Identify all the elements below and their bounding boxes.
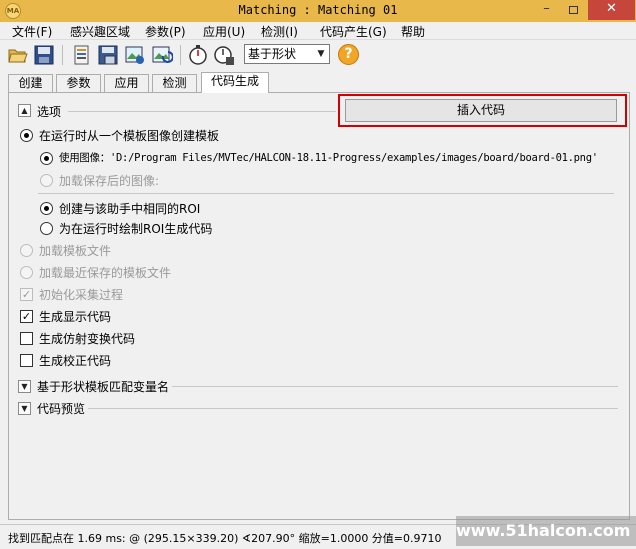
- help-icon[interactable]: ?: [338, 44, 359, 65]
- variable-names-section-title: 基于形状模板匹配变量名: [37, 380, 170, 394]
- load-model-file-radio[interactable]: [20, 244, 33, 257]
- collapse-options-icon[interactable]: ▲: [18, 104, 31, 117]
- section-divider: [68, 111, 336, 112]
- inner-divider: [38, 193, 614, 194]
- load-recent-model-radio[interactable]: [20, 266, 33, 279]
- chevron-down-icon: ▼: [317, 49, 325, 59]
- open-folder-icon[interactable]: [7, 44, 29, 66]
- menu-roi[interactable]: 感兴趣区域: [70, 23, 130, 40]
- code-preview-section-title: 代码预览: [37, 402, 86, 416]
- tab-code-generation[interactable]: 代码生成: [201, 72, 269, 93]
- expand-code-preview-icon[interactable]: ▼: [18, 402, 31, 415]
- create-same-roi-label: 创建与该助手中相同的ROI: [59, 202, 201, 216]
- menu-file[interactable]: 文件(F): [12, 23, 52, 40]
- toolbar-separator: [62, 45, 63, 65]
- close-button[interactable]: ✕: [588, 0, 635, 20]
- gen-affine-code-label: 生成仿射变换代码: [39, 332, 136, 346]
- watermark: www.51halcon.com: [456, 516, 636, 546]
- section-divider: [172, 386, 618, 387]
- init-acquisition-checkbox[interactable]: ✓: [20, 288, 33, 301]
- draw-roi-runtime-radio[interactable]: [40, 222, 53, 235]
- image-settings-icon[interactable]: [124, 44, 146, 66]
- menu-application[interactable]: 应用(U): [203, 23, 245, 40]
- save-icon[interactable]: [33, 44, 55, 66]
- gen-calib-code-label: 生成校正代码: [39, 354, 112, 368]
- stopwatch-icon[interactable]: [187, 44, 209, 66]
- tab-create[interactable]: 创建: [8, 74, 53, 93]
- toolbar: 基于形状 ▼ ?: [0, 41, 636, 69]
- menu-code-generation[interactable]: 代码产生(G): [320, 23, 387, 40]
- load-image-icon[interactable]: [70, 44, 92, 66]
- init-acquisition-label: 初始化采集过程: [39, 288, 124, 302]
- status-text: 找到匹配点在 1.69 ms: @ (295.15×339.20) ∢207.9…: [8, 532, 442, 545]
- gen-display-code-label: 生成显示代码: [39, 310, 112, 324]
- load-recent-model-label: 加载最近保存的模板文件: [39, 266, 172, 280]
- tab-application[interactable]: 应用: [104, 74, 149, 93]
- create-from-image-radio[interactable]: [20, 129, 33, 142]
- menu-help[interactable]: 帮助: [401, 23, 425, 40]
- load-saved-image-radio[interactable]: [40, 174, 53, 187]
- menu-parameters[interactable]: 参数(P): [145, 23, 186, 40]
- gen-affine-code-checkbox[interactable]: [20, 332, 33, 345]
- options-section-title: 选项: [37, 105, 62, 119]
- save-model-icon[interactable]: [97, 44, 119, 66]
- toolbar-separator: [180, 45, 181, 65]
- timer-settings-icon[interactable]: [213, 44, 235, 66]
- expand-variable-names-icon[interactable]: ▼: [18, 380, 31, 393]
- gen-display-code-checkbox[interactable]: ✓: [20, 310, 33, 323]
- menu-inspection[interactable]: 检测(I): [261, 23, 298, 40]
- matching-method-select[interactable]: 基于形状 ▼: [244, 44, 330, 64]
- refresh-image-icon[interactable]: [151, 44, 173, 66]
- title-bar: MA Matching : Matching 01 – ✕: [0, 0, 636, 22]
- tab-inspection[interactable]: 检测: [152, 74, 197, 93]
- use-image-radio[interactable]: [40, 152, 53, 165]
- section-divider: [88, 408, 618, 409]
- use-image-label: 使用图像：'D:/Program Files/MVTec/HALCON-18.1…: [59, 152, 598, 164]
- create-from-image-label: 在运行时从一个模板图像创建模板: [39, 129, 220, 143]
- load-saved-image-label: 加载保存后的图像:: [59, 174, 160, 188]
- menu-bar: 文件(F) 感兴趣区域 参数(P) 应用(U) 检测(I) 代码产生(G) 帮助: [0, 22, 636, 40]
- create-same-roi-radio[interactable]: [40, 202, 53, 215]
- draw-roi-runtime-label: 为在运行时绘制ROI生成代码: [59, 222, 213, 236]
- load-model-file-label: 加载模板文件: [39, 244, 112, 258]
- maximize-icon: [569, 6, 578, 14]
- tab-parameters[interactable]: 参数: [56, 74, 101, 93]
- maximize-button[interactable]: [560, 0, 587, 20]
- matching-method-value: 基于形状: [248, 47, 297, 61]
- insert-code-button[interactable]: 插入代码: [345, 99, 617, 122]
- minimize-button[interactable]: –: [533, 0, 560, 20]
- gen-calib-code-checkbox[interactable]: [20, 354, 33, 367]
